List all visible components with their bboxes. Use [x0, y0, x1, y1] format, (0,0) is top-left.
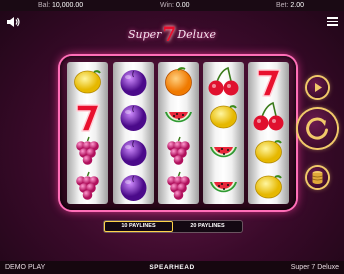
- bet-coins-button[interactable]: [307, 167, 328, 188]
- logo-seven: 7: [162, 22, 177, 46]
- reels-frame: [60, 56, 296, 210]
- grapes-icon: [70, 135, 105, 168]
- play-icon: [315, 83, 322, 92]
- win-value: 0.00: [175, 2, 190, 9]
- spin-button[interactable]: [298, 109, 337, 148]
- coin-stack-icon: [312, 171, 323, 184]
- watermelon-icon: [206, 170, 241, 203]
- cherry-icon: [206, 65, 241, 98]
- autoplay-button[interactable]: [307, 77, 328, 98]
- seven-icon: [70, 100, 105, 133]
- balance-label: Bal:: [38, 2, 51, 9]
- cherry-icon: [251, 100, 286, 133]
- reel-2: [113, 62, 154, 204]
- paylines-selector: 10 PAYLINES 20 PAYLINES: [104, 221, 242, 232]
- logo-word-super: Super: [127, 28, 162, 41]
- grapes-icon: [161, 135, 196, 168]
- orange-icon: [161, 65, 196, 98]
- bet-value: 2.00: [290, 2, 305, 9]
- bet-label: Bet:: [276, 2, 289, 9]
- reel-1: [67, 62, 108, 204]
- game-logo: Super7Deluxe: [0, 22, 344, 46]
- seven-icon: [251, 65, 286, 98]
- lemon-icon: [206, 100, 241, 133]
- lemon-icon: [251, 135, 286, 168]
- grapes-icon: [70, 170, 105, 203]
- bottom-bar: DEMO PLAY SPEARHEAD Super 7 Deluxe: [0, 261, 344, 274]
- lemon-icon: [251, 170, 286, 203]
- plum-icon: [116, 100, 151, 133]
- reel-5: [248, 62, 289, 204]
- balance-value: 10,000.00: [52, 2, 84, 9]
- spin-arrow-icon: [306, 117, 328, 140]
- plum-icon: [116, 170, 151, 203]
- watermelon-icon: [161, 100, 196, 133]
- grapes-icon: [161, 170, 196, 203]
- balance-stat: Bal: 10,000.00: [38, 0, 83, 11]
- win-stat: Win: 0.00: [160, 0, 190, 11]
- lemon-icon: [70, 65, 105, 98]
- top-status-bar: Bal: 10,000.00 Win: 0.00 Bet: 2.00: [0, 0, 344, 11]
- win-label: Win:: [160, 2, 174, 9]
- plum-icon: [116, 65, 151, 98]
- watermelon-icon: [206, 135, 241, 168]
- reel-4: [203, 62, 244, 204]
- logo-word-deluxe: Deluxe: [177, 28, 216, 41]
- plum-icon: [116, 135, 151, 168]
- game-name-label: Super 7 Deluxe: [290, 264, 339, 271]
- bet-stat: Bet: 2.00: [276, 0, 304, 11]
- paylines-20-button[interactable]: 20 PAYLINES: [173, 221, 242, 232]
- reel-3: [158, 62, 199, 204]
- paylines-10-button[interactable]: 10 PAYLINES: [104, 221, 173, 232]
